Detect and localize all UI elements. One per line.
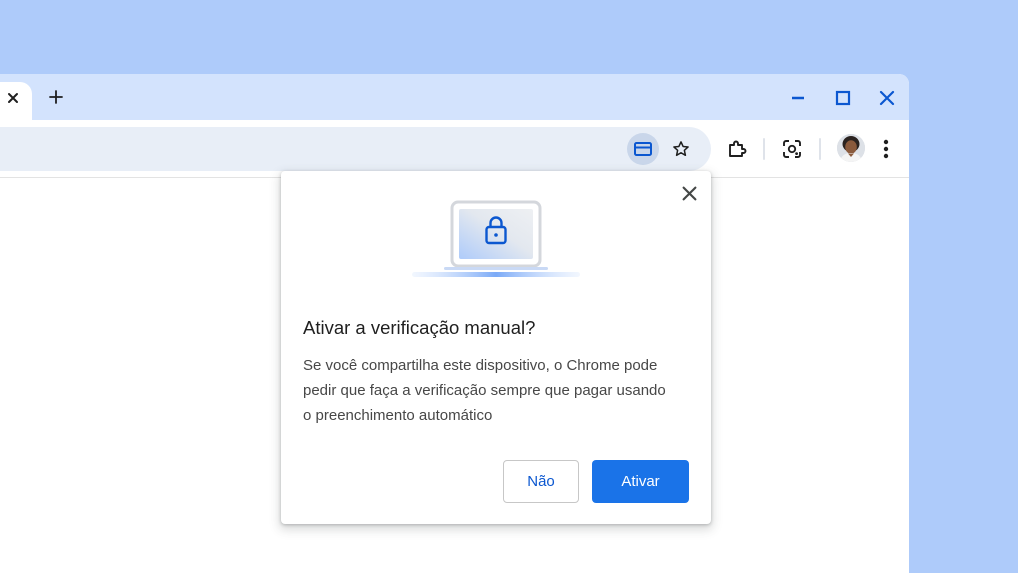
toolbar-separator <box>819 138 821 160</box>
laptop-lock-icon <box>412 200 580 277</box>
bookmark-star-icon[interactable] <box>665 133 697 165</box>
new-tab-plus-icon[interactable] <box>45 86 67 108</box>
dialog-description-line: pedir que faça a verificação sempre que … <box>303 382 666 399</box>
profile-avatar[interactable] <box>837 134 865 162</box>
dialog-close-icon[interactable] <box>678 182 700 204</box>
maximize-icon[interactable] <box>831 86 855 110</box>
tab-strip <box>0 74 909 120</box>
dialog-description-line: Se você compartilha este dispositivo, o … <box>303 357 658 374</box>
dialog-title: Ativar a verificação manual? <box>303 317 536 338</box>
toolbar <box>0 120 909 178</box>
extensions-icon[interactable] <box>724 136 750 162</box>
decline-button[interactable]: Não <box>503 460 579 503</box>
omnibox[interactable] <box>0 127 711 171</box>
activate-button[interactable]: Ativar <box>592 460 689 503</box>
minimize-icon[interactable] <box>786 86 810 110</box>
dialog-description-line: o preenchimento automático <box>303 407 493 424</box>
tab-close-icon[interactable] <box>2 87 24 109</box>
toolbar-separator <box>763 138 765 160</box>
payment-card-icon[interactable] <box>627 133 659 165</box>
manual-verification-dialog: Ativar a verificação manual? Se você com… <box>281 171 711 524</box>
more-vert-icon[interactable] <box>873 136 899 162</box>
lens-icon[interactable] <box>779 136 805 162</box>
dialog-description: Se você compartilha este dispositivo, o … <box>303 353 695 428</box>
window-close-icon[interactable] <box>875 86 899 110</box>
